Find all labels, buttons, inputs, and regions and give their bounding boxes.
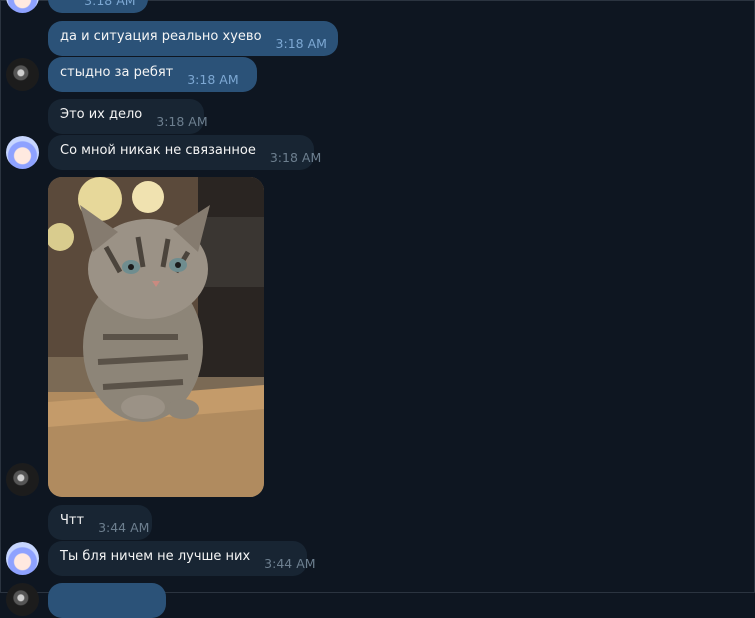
message-bubble[interactable]: Со мной никак не связанное 3:18 AM bbox=[48, 135, 314, 170]
avatar[interactable] bbox=[6, 463, 39, 496]
kitten-photo[interactable] bbox=[48, 177, 264, 497]
message-bubble[interactable]: Это их дело 3:18 AM bbox=[48, 99, 204, 134]
avatar[interactable] bbox=[6, 583, 39, 616]
message-text: Чтт bbox=[60, 513, 84, 528]
avatar[interactable] bbox=[6, 542, 39, 575]
message-time: 3:18 AM bbox=[84, 0, 135, 8]
message-bubble[interactable]: Чтт 3:44 AM bbox=[48, 505, 152, 540]
message-text: Ты бля ничем не лучше них bbox=[60, 549, 250, 564]
message-text: стыдно за ребят bbox=[60, 65, 173, 80]
message-time: 3:18 AM bbox=[276, 36, 327, 51]
message-bubble[interactable]: стыдно за ребят 3:18 AM bbox=[48, 57, 257, 92]
message-text: Это их дело bbox=[60, 107, 142, 122]
message-time: 3:18 AM bbox=[156, 114, 207, 129]
message-text: да и ситуация реально хуево bbox=[60, 29, 262, 44]
message-text: Д bbox=[60, 0, 70, 1]
avatar[interactable] bbox=[6, 58, 39, 91]
avatar[interactable] bbox=[6, 136, 39, 169]
message-bubble[interactable]: Ты бля ничем не лучше них 3:44 AM bbox=[48, 541, 307, 576]
message-time: 3:44 AM bbox=[264, 556, 315, 571]
message-bubble[interactable]: Д 3:18 AM bbox=[48, 0, 148, 13]
message-text: Со мной никак не связанное bbox=[60, 143, 256, 158]
avatar[interactable] bbox=[6, 0, 39, 13]
message-bubble[interactable] bbox=[48, 583, 166, 618]
message-bubble[interactable]: да и ситуация реально хуево 3:18 AM bbox=[48, 21, 338, 56]
message-time: 3:18 AM bbox=[270, 150, 321, 165]
message-time: 3:44 AM bbox=[98, 520, 149, 535]
message-time: 3:18 AM bbox=[187, 72, 238, 87]
